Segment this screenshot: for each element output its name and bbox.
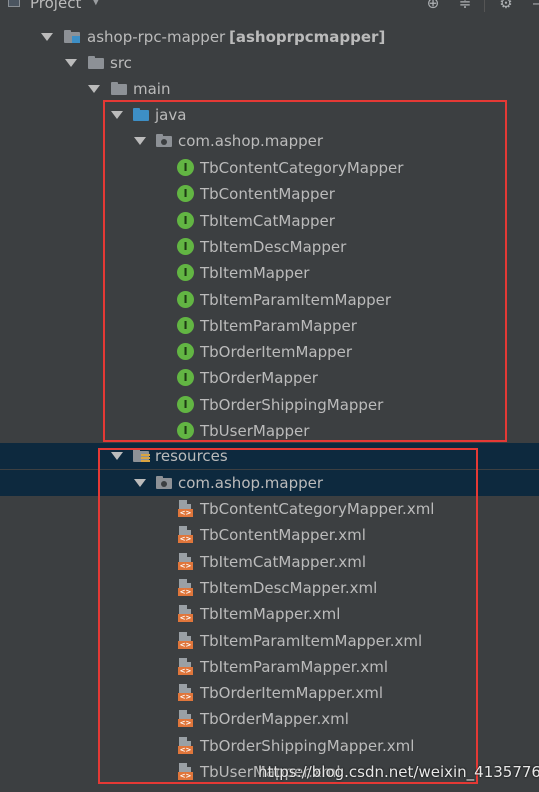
watermark: https://blog.csdn.net/weixin_41357767 bbox=[258, 763, 539, 781]
tree-node-src[interactable]: src bbox=[0, 50, 539, 76]
expand-arrow-icon[interactable] bbox=[87, 83, 100, 95]
tree-node-main[interactable]: main bbox=[0, 76, 539, 102]
folder-icon bbox=[111, 82, 127, 95]
highlight-box-java bbox=[103, 100, 507, 442]
module-folder-icon bbox=[64, 30, 80, 43]
target-icon[interactable]: ⊕ bbox=[424, 0, 442, 12]
project-view-title[interactable]: Project bbox=[30, 0, 81, 12]
collapse-all-icon[interactable]: ≑ bbox=[456, 0, 474, 12]
expand-arrow-icon[interactable] bbox=[40, 31, 53, 43]
toolbar-divider bbox=[484, 0, 485, 12]
tree-node-module[interactable]: ashop-rpc-mapper [ashoprpcmapper] bbox=[0, 24, 539, 50]
expand-arrow-icon[interactable] bbox=[64, 57, 77, 69]
project-window-icon bbox=[8, 0, 20, 7]
module-name: ashop-rpc-mapper bbox=[87, 28, 226, 46]
project-toolbar: Project ▼ ⊕ ≑ ⚙ – bbox=[0, 0, 539, 16]
node-label: src bbox=[110, 54, 132, 72]
hide-icon[interactable]: – bbox=[527, 0, 539, 12]
module-tag: [ashoprpcmapper] bbox=[229, 28, 386, 46]
node-label: main bbox=[133, 80, 171, 98]
highlight-box-resources bbox=[98, 448, 478, 784]
gear-icon[interactable]: ⚙ bbox=[497, 0, 515, 12]
chevron-down-icon[interactable]: ▼ bbox=[92, 0, 100, 7]
folder-icon bbox=[88, 56, 104, 69]
